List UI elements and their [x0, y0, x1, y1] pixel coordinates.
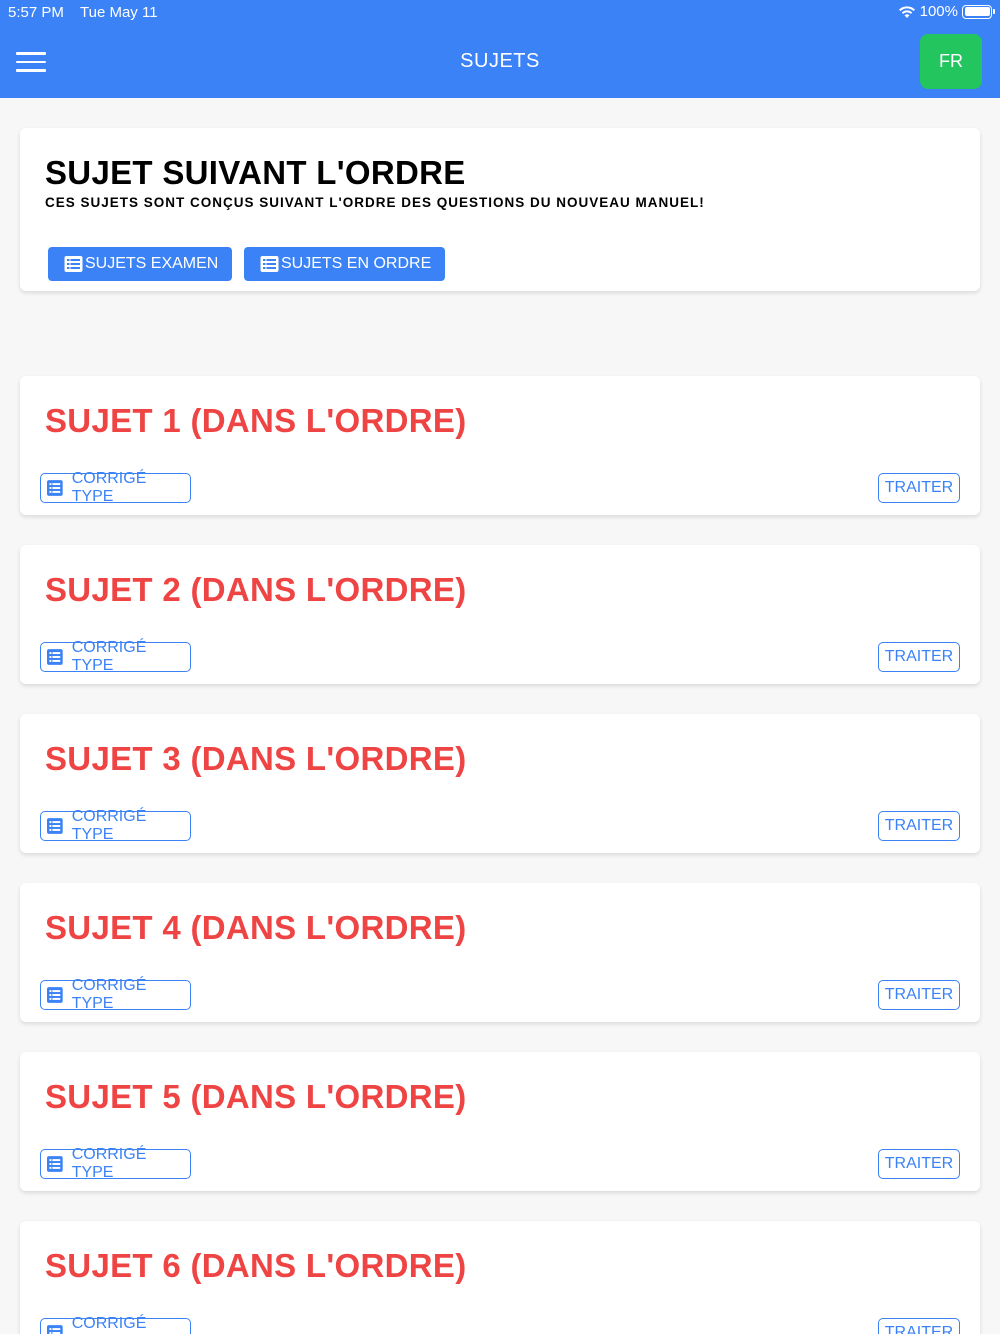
traiter-label: TRAITER — [884, 479, 954, 496]
top-navbar: SUJETS FR — [0, 26, 1000, 98]
sujets-examen-label: SUJETS EXAMEN — [85, 255, 219, 272]
list-icon — [260, 256, 279, 272]
sujets-en-ordre-label: SUJETS EN ORDRE — [281, 255, 432, 272]
traiter-button[interactable]: TRAITER — [878, 1149, 960, 1179]
corrige-type-button[interactable]: CORRIGÉ TYPE — [40, 470, 191, 505]
list-icon — [47, 1325, 63, 1334]
wifi-icon — [898, 5, 915, 18]
status-right: 100% — [898, 3, 995, 20]
corrige-type-button[interactable]: CORRIGÉ TYPE — [40, 1315, 191, 1334]
corrige-type-button[interactable]: CORRIGÉ TYPE — [40, 1146, 191, 1181]
traiter-button[interactable]: TRAITER — [878, 642, 960, 672]
corrige-type-label: CORRIGÉ TYPE — [71, 1146, 147, 1181]
list-icon — [47, 480, 63, 496]
traiter-label: TRAITER — [884, 986, 954, 1003]
list-icon — [47, 987, 63, 1003]
sujet-title: SUJET 3 (DANS L'ORDRE) — [45, 740, 467, 777]
status-bar: 5:57 PM Tue May 11 100% — [0, 0, 1000, 26]
intro-card: SUJET SUIVANT L'ORDRE CES SUJETS SONT CO… — [20, 128, 980, 291]
corrige-type-label: CORRIGÉ TYPE — [71, 977, 147, 1012]
corrige-type-button[interactable]: CORRIGÉ TYPE — [40, 808, 191, 843]
status-time: 5:57 PM — [8, 4, 64, 21]
sujets-en-ordre-button[interactable]: SUJETS EN ORDRE — [244, 247, 446, 281]
traiter-button[interactable]: TRAITER — [878, 811, 960, 841]
sujet-title: SUJET 4 (DANS L'ORDRE) — [45, 909, 467, 946]
intro-title: SUJET SUIVANT L'ORDRE — [45, 154, 466, 191]
traiter-button[interactable]: TRAITER — [878, 1318, 960, 1334]
list-icon — [47, 1156, 63, 1172]
battery-percent: 100% — [919, 3, 958, 20]
corrige-type-label: CORRIGÉ TYPE — [71, 808, 147, 843]
sujet-card-3: SUJET 3 (DANS L'ORDRE) CORRIGÉ TYPE TRAI… — [20, 714, 980, 853]
traiter-label: TRAITER — [884, 1324, 954, 1334]
sujet-title: SUJET 2 (DANS L'ORDRE) — [45, 571, 467, 608]
traiter-label: TRAITER — [884, 817, 954, 834]
sujet-card-2: SUJET 2 (DANS L'ORDRE) CORRIGÉ TYPE TRAI… — [20, 545, 980, 684]
sujet-card-4: SUJET 4 (DANS L'ORDRE) CORRIGÉ TYPE TRAI… — [20, 883, 980, 1022]
traiter-button[interactable]: TRAITER — [878, 980, 960, 1010]
corrige-type-button[interactable]: CORRIGÉ TYPE — [40, 639, 191, 674]
language-button[interactable]: FR — [920, 34, 982, 89]
intro-subtitle: CES SUJETS SONT CONÇUS SUIVANT L'ORDRE D… — [45, 195, 705, 210]
list-icon — [64, 256, 83, 272]
corrige-type-button[interactable]: CORRIGÉ TYPE — [40, 977, 191, 1012]
sujet-title: SUJET 6 (DANS L'ORDRE) — [45, 1247, 467, 1284]
battery-icon — [962, 4, 995, 19]
sujet-card-1: SUJET 1 (DANS L'ORDRE) CORRIGÉ TYPE TRAI… — [20, 376, 980, 515]
status-date: Tue May 11 — [80, 4, 158, 21]
list-icon — [47, 818, 63, 834]
page-title: SUJETS — [460, 50, 540, 72]
sujet-title: SUJET 1 (DANS L'ORDRE) — [45, 402, 467, 439]
corrige-type-label: CORRIGÉ TYPE — [71, 1315, 147, 1334]
traiter-label: TRAITER — [884, 648, 954, 665]
sujet-title: SUJET 5 (DANS L'ORDRE) — [45, 1078, 467, 1115]
sujet-card-5: SUJET 5 (DANS L'ORDRE) CORRIGÉ TYPE TRAI… — [20, 1052, 980, 1191]
corrige-type-label: CORRIGÉ TYPE — [71, 470, 147, 505]
sujet-card-6: SUJET 6 (DANS L'ORDRE) CORRIGÉ TYPE TRAI… — [20, 1221, 980, 1334]
sujets-examen-button[interactable]: SUJETS EXAMEN — [48, 247, 233, 281]
corrige-type-label: CORRIGÉ TYPE — [71, 639, 147, 674]
traiter-button[interactable]: TRAITER — [878, 473, 960, 503]
list-icon — [47, 649, 63, 665]
main-content[interactable]: SUJET SUIVANT L'ORDRE CES SUJETS SONT CO… — [0, 98, 1000, 1334]
traiter-label: TRAITER — [884, 1155, 954, 1172]
